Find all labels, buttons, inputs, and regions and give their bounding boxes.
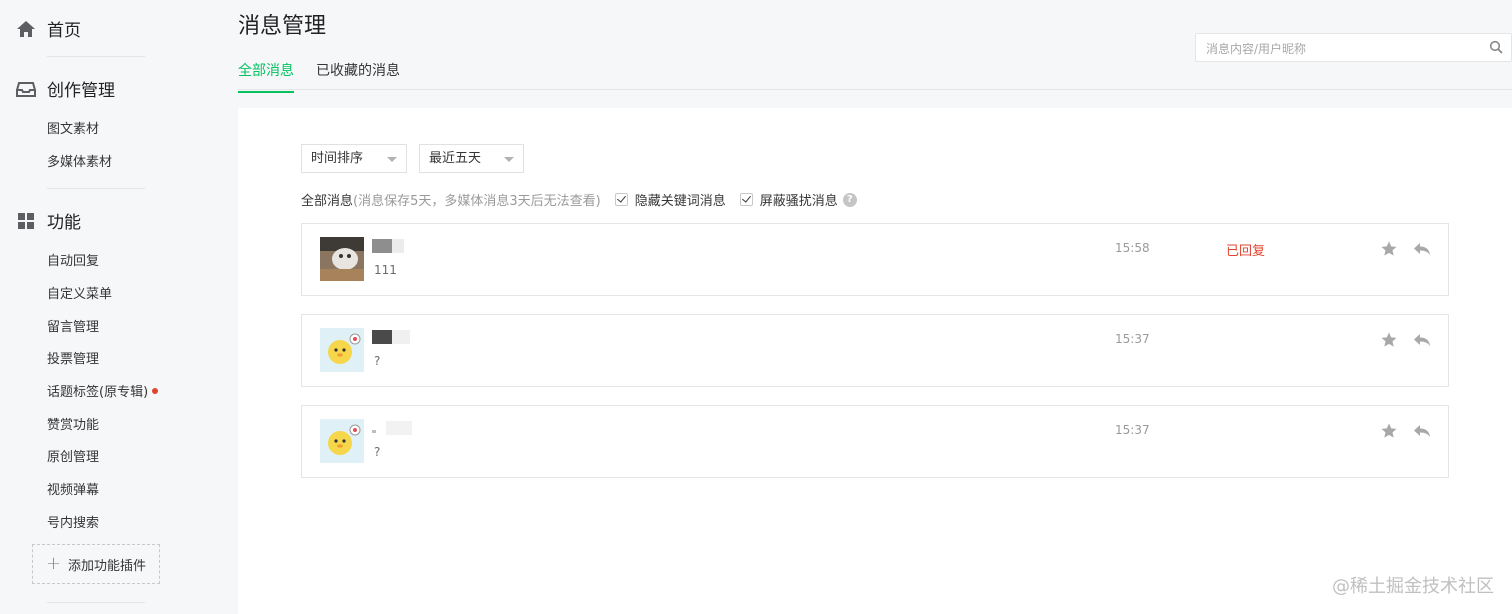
sort-select[interactable]: 时间排序	[301, 144, 407, 173]
sort-select-value: 时间排序	[311, 151, 364, 166]
nav-creation[interactable]: 创作管理	[16, 76, 115, 101]
sidebar-item-topics[interactable]: 话题标签(原专辑)	[47, 381, 159, 400]
star-icon[interactable]	[1380, 331, 1398, 349]
nav-features[interactable]: 功能	[16, 208, 81, 233]
nav-creation-label: 创作管理	[47, 81, 115, 101]
add-plugin-button[interactable]: + 添加功能插件	[32, 544, 160, 584]
sidebar-item-comments[interactable]: 留言管理	[47, 316, 99, 335]
message-item[interactable]: 111 15:58 已回复	[301, 223, 1449, 296]
inbox-icon	[16, 81, 36, 97]
user-nickname	[372, 421, 412, 435]
message-text: ?	[374, 354, 381, 368]
nav-home[interactable]: 首页	[16, 16, 81, 41]
sidebar-item-danmaku[interactable]: 视频弹幕	[47, 479, 99, 498]
avatar	[320, 237, 364, 281]
user-nickname	[372, 330, 410, 344]
sidebar-item-votes[interactable]: 投票管理	[47, 348, 99, 367]
avatar	[320, 328, 364, 372]
star-icon[interactable]	[1380, 422, 1398, 440]
divider	[47, 56, 145, 57]
sidebar-item-custom-menu[interactable]: 自定义菜单	[47, 283, 112, 302]
sidebar: 首页 创作管理 图文素材 多媒体素材 功能 自动回复 自定义菜单 留言管理 投票…	[0, 0, 238, 614]
checkbox-checked-icon	[614, 193, 628, 206]
block-spam-label: 屏蔽骚扰消息	[759, 194, 838, 209]
message-time: 15:58	[1115, 241, 1150, 255]
divider	[47, 188, 145, 189]
chevron-down-icon	[504, 157, 514, 162]
date-range-select[interactable]: 最近五天	[419, 144, 524, 173]
nav-home-label: 首页	[47, 21, 81, 41]
message-text: ?	[374, 445, 381, 459]
message-text: 111	[374, 263, 397, 277]
message-item[interactable]: ? 15:37	[301, 405, 1449, 478]
message-panel: 时间排序 最近五天 全部消息 (消息保存5天，多媒体消息3天后无法查看) 隐藏关…	[238, 108, 1512, 614]
filter-row: 全部消息 (消息保存5天，多媒体消息3天后无法查看) 隐藏关键词消息 屏蔽骚扰消…	[301, 190, 857, 209]
search-icon[interactable]	[1489, 40, 1503, 54]
avatar	[320, 419, 364, 463]
sidebar-item-rewards[interactable]: 赞赏功能	[47, 414, 99, 433]
filter-label: 全部消息	[301, 194, 354, 209]
sidebar-item-auto-reply[interactable]: 自动回复	[47, 250, 99, 269]
hide-keywords-label: 隐藏关键词消息	[634, 194, 726, 209]
home-icon	[17, 20, 35, 37]
sidebar-item-graphic-material[interactable]: 图文素材	[47, 118, 99, 137]
reply-icon[interactable]	[1412, 422, 1432, 440]
star-icon[interactable]	[1380, 240, 1398, 258]
divider	[47, 602, 145, 603]
watermark: @稀土掘金技术社区	[1332, 576, 1494, 597]
retention-note: (消息保存5天，多媒体消息3天后无法查看)	[353, 194, 601, 209]
reply-icon[interactable]	[1412, 331, 1432, 349]
sidebar-item-search[interactable]: 号内搜索	[47, 512, 99, 531]
search-input[interactable]: 消息内容/用户昵称	[1195, 33, 1512, 62]
help-icon[interactable]: ?	[842, 192, 857, 207]
checkbox-checked-icon	[739, 193, 753, 206]
message-time: 15:37	[1115, 423, 1150, 437]
sidebar-item-media-material[interactable]: 多媒体素材	[47, 151, 112, 170]
tab-divider	[238, 89, 1512, 90]
search-placeholder: 消息内容/用户昵称	[1206, 42, 1307, 56]
block-spam-checkbox[interactable]: 屏蔽骚扰消息	[739, 190, 838, 209]
sidebar-item-topics-label: 话题标签(原专辑)	[47, 385, 149, 400]
message-time: 15:37	[1115, 332, 1150, 346]
notification-dot	[152, 388, 159, 394]
nav-features-label: 功能	[47, 213, 81, 233]
add-plugin-label: 添加功能插件	[68, 558, 147, 574]
grid-icon	[18, 212, 34, 229]
hide-keywords-checkbox[interactable]: 隐藏关键词消息	[614, 190, 726, 209]
plus-icon: +	[45, 553, 62, 574]
page-title: 消息管理	[238, 14, 327, 39]
reply-icon[interactable]	[1412, 240, 1432, 258]
sidebar-item-originals[interactable]: 原创管理	[47, 446, 99, 465]
status-badge: 已回复	[1226, 244, 1266, 259]
date-range-value: 最近五天	[429, 151, 482, 166]
message-item[interactable]: ? 15:37	[301, 314, 1449, 387]
chevron-down-icon	[387, 157, 397, 162]
user-nickname	[372, 239, 404, 253]
